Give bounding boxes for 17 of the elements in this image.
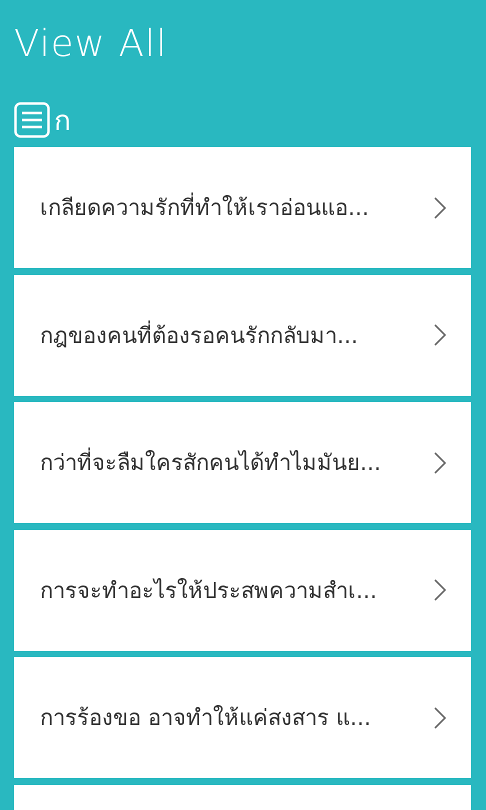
list-item[interactable]: การจะทำอะไรให้ประสพความสำเ...	[14, 530, 471, 650]
item-title: กฎของคนที่ต้องรอคนรักกลับมา...	[40, 318, 427, 352]
chevron-right-icon	[433, 323, 447, 347]
chevron-right-icon	[433, 196, 447, 220]
item-title: การจะทำอะไรให้ประสพความสำเ...	[40, 577, 378, 606]
chevron-right-icon	[433, 578, 447, 602]
list-item[interactable]: กฎของคนที่ต้องรอคนรักกลับมา...	[14, 274, 471, 396]
item-title: การร้องขอ อาจทำให้แค่สงสาร แ...	[40, 704, 372, 733]
list-item[interactable]: กว่าที่จะลืมใครสักคนได้ทำไมมันย...	[14, 402, 471, 523]
item-title: เกลียดความรักที่ทำให้เราอ่อนแอ...	[40, 190, 427, 225]
list-icon[interactable]	[14, 102, 50, 138]
item-title: กว่าที่จะลืมใครสักคนได้ทำไมมันย...	[40, 445, 427, 480]
list-item[interactable]: การร้องขอ อาจทำให้แค่สงสาร แ...	[14, 657, 471, 778]
list-item[interactable]: เกลียดความรักที่ทำให้เราอ่อนแอ...	[14, 147, 471, 268]
chevron-right-icon	[433, 706, 447, 730]
chevron-right-icon	[433, 450, 447, 474]
page-title: View All	[14, 21, 168, 67]
